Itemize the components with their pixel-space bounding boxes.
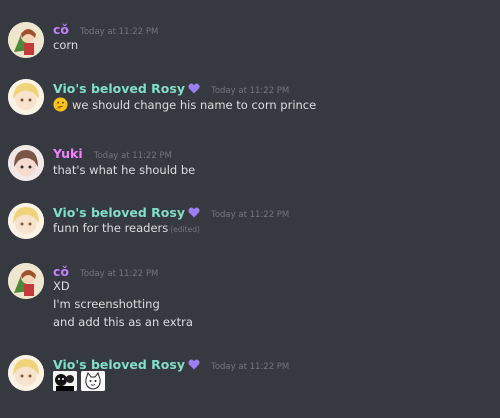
message-text-content: we should change his name to corn prince	[72, 98, 317, 112]
avatar[interactable]	[8, 263, 44, 299]
author-name[interactable]: Vio's beloved Rosy	[53, 81, 185, 96]
author-name[interactable]: Vio's beloved Rosy	[53, 357, 185, 372]
message-text: we should change his name to corn prince	[53, 97, 316, 113]
message-text: that's what he should be	[53, 163, 196, 177]
message-text-content: funn for the readers	[53, 221, 169, 235]
message-header: Vio's beloved Rosy Today at 11:22 PM	[53, 204, 289, 220]
message-text: funn for the readers (edited)	[53, 220, 200, 238]
timestamp[interactable]: Today at 11:22 PM	[211, 86, 289, 96]
purple-heart-icon	[188, 207, 200, 218]
message-header: Vio's beloved Rosy Today at 11:22 PM	[53, 80, 289, 96]
edited-label: (edited)	[170, 225, 200, 234]
avatar[interactable]	[8, 355, 44, 391]
author-name[interactable]: cǒ	[53, 22, 69, 37]
message-header: cǒ Today at 11:22 PM	[53, 21, 158, 37]
timestamp[interactable]: Today at 11:22 PM	[211, 362, 289, 372]
message-header: Vio's beloved Rosy Today at 11:22 PM	[53, 356, 289, 372]
meme-sticker-icon[interactable]	[53, 371, 77, 391]
message-header: Yuki Today at 11:22 PM	[53, 145, 172, 161]
thinking-face-icon	[53, 97, 68, 112]
avatar[interactable]	[8, 203, 44, 239]
author-name[interactable]: Vio's beloved Rosy	[53, 205, 185, 220]
message-text: and add this as an extra	[53, 315, 193, 329]
cat-sticker-icon[interactable]	[81, 371, 105, 391]
timestamp[interactable]: Today at 11:22 PM	[80, 269, 158, 279]
author-name[interactable]: cǒ	[53, 264, 69, 279]
purple-heart-icon	[188, 359, 200, 370]
timestamp[interactable]: Today at 11:22 PM	[94, 151, 172, 161]
author-name[interactable]: Yuki	[53, 146, 83, 161]
message-header: cǒ Today at 11:22 PM	[53, 263, 158, 279]
avatar[interactable]	[8, 145, 44, 181]
message-text: corn	[53, 38, 79, 52]
timestamp[interactable]: Today at 11:22 PM	[80, 27, 158, 37]
message-text: I'm screenshotting	[53, 297, 160, 311]
timestamp[interactable]: Today at 11:22 PM	[211, 210, 289, 220]
avatar[interactable]	[8, 22, 44, 58]
purple-heart-icon	[188, 83, 200, 94]
avatar[interactable]	[8, 79, 44, 115]
message-text: XD	[53, 279, 70, 293]
